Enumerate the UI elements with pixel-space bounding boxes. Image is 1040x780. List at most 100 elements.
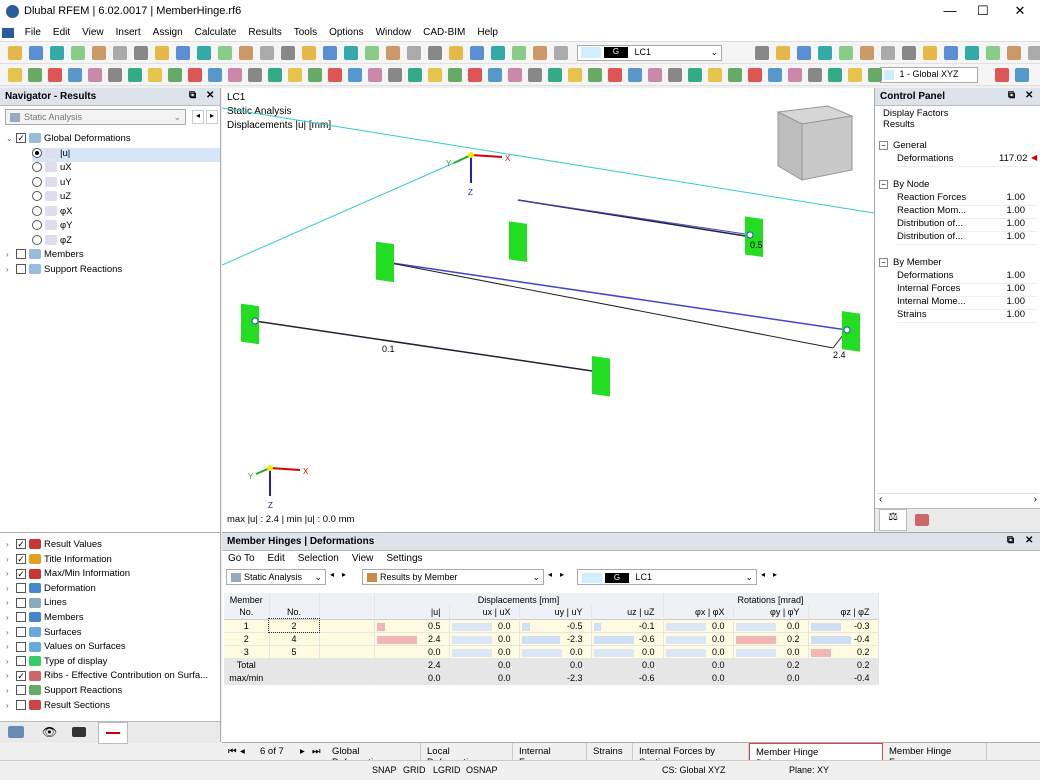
display-factor-row[interactable]: Internal Forces 1.00	[897, 283, 1037, 297]
toolbar-tool-icon[interactable]	[428, 46, 442, 60]
toolbar-tool-icon[interactable]	[155, 46, 169, 60]
pin-icon[interactable]: ⧉	[1007, 535, 1014, 546]
hinge-node[interactable]	[251, 317, 259, 325]
radio-button[interactable]	[32, 220, 42, 231]
toolbar-tool-icon[interactable]	[344, 46, 358, 60]
toolbar-tool-icon[interactable]	[92, 46, 106, 60]
display-factor-row[interactable]: Strains 1.00	[897, 309, 1037, 323]
status-grid[interactable]: GRID	[403, 765, 426, 775]
result-tab[interactable]: Internal Forces by Section	[633, 743, 749, 768]
toolbar-tool-icon[interactable]	[268, 68, 282, 82]
member-1[interactable]	[517, 199, 753, 236]
toolbar-tool-icon[interactable]	[148, 68, 162, 82]
member-2[interactable]	[384, 261, 848, 331]
scale-tab-icon[interactable]: ⚖	[879, 509, 907, 531]
tree-item[interactable]: φY	[32, 220, 220, 234]
minimize-button[interactable]: —	[935, 3, 965, 21]
control-panel-close-icon[interactable]: ✕	[1025, 90, 1033, 101]
toolbar-tool-icon[interactable]	[512, 46, 526, 60]
expand-icon[interactable]: ›	[6, 540, 16, 549]
toolbar-tool-icon[interactable]	[197, 46, 211, 60]
member-3[interactable]	[254, 320, 600, 373]
table-load-case-select[interactable]: G LC1 ⌄	[577, 569, 757, 585]
menu-insert[interactable]: Insert	[110, 24, 147, 38]
display-option[interactable]: › Surfaces	[6, 627, 218, 641]
toolbar-tool-icon[interactable]	[239, 46, 253, 60]
toolbar-tool-icon[interactable]	[48, 68, 62, 82]
display-option[interactable]: › ✓ Title Information	[6, 554, 218, 568]
model-canvas[interactable]: X Z Y 0.5 2.4 0.1 X Z Y	[222, 88, 874, 532]
menu-tools[interactable]: Tools	[288, 24, 323, 38]
expand-icon[interactable]: ›	[6, 628, 16, 637]
maximize-button[interactable]: ☐	[968, 3, 998, 21]
toolbar-tool-icon[interactable]	[302, 46, 316, 60]
close-button[interactable]: ✕	[1005, 3, 1035, 21]
tree-item[interactable]: › Support Reactions	[6, 264, 220, 278]
view-tab-icon[interactable]: 👁	[42, 725, 57, 739]
expand-icon[interactable]: ⌄	[6, 134, 16, 143]
toolbar-tool-icon[interactable]	[995, 68, 1009, 82]
toolbar-tool-icon[interactable]	[1007, 46, 1021, 60]
display-factor-row[interactable]: Deformations 117.02 ◀	[897, 153, 1037, 167]
checkbox[interactable]: ✓	[16, 539, 26, 550]
result-tab[interactable]: Member Hinge Deformations	[749, 743, 883, 769]
toolbar-tool-icon[interactable]	[491, 46, 505, 60]
table-analysis-select[interactable]: Static Analysis ⌄	[226, 569, 326, 585]
checkbox[interactable]	[16, 583, 26, 594]
display-option[interactable]: › Support Reactions	[6, 685, 218, 699]
menu-calculate[interactable]: Calculate	[189, 24, 243, 38]
table-menu-item[interactable]: Settings	[386, 553, 422, 564]
display-factor-row[interactable]: Distribution of... 1.00	[897, 218, 1037, 232]
toolbar-tool-icon[interactable]	[448, 68, 462, 82]
menu-edit[interactable]: Edit	[47, 24, 76, 38]
toolbar-tool-icon[interactable]	[248, 68, 262, 82]
checkbox[interactable]: ✓	[16, 133, 26, 144]
toolbar-tool-icon[interactable]	[108, 68, 122, 82]
display-option[interactable]: › Type of display	[6, 656, 218, 670]
checkbox[interactable]	[16, 263, 26, 274]
checkbox[interactable]	[16, 656, 26, 667]
expand-icon[interactable]: ›	[6, 657, 16, 666]
table-row[interactable]: max/min 0.0 0.0 -2.3 -0.6 0.0 0.0 -0.4	[224, 671, 879, 684]
display-factor-row[interactable]: Deformations 1.00	[897, 270, 1037, 284]
toolbar-tool-icon[interactable]	[323, 46, 337, 60]
toolbar-tool-icon[interactable]	[965, 46, 979, 60]
expand-icon[interactable]: ›	[6, 642, 16, 651]
toolbar-tool-icon[interactable]	[828, 68, 842, 82]
tree-item[interactable]: ⌄ ✓ Global Deformations	[6, 133, 220, 147]
result-tab[interactable]: Member Hinge Forces	[883, 743, 987, 768]
toolbar-tool-icon[interactable]	[554, 46, 568, 60]
prev-arrow-icon[interactable]: ◂	[192, 110, 204, 124]
expand-icon[interactable]: ›	[6, 701, 16, 710]
display-option[interactable]: › Result Sections	[6, 700, 218, 714]
result-tab[interactable]: Internal Forces	[513, 743, 587, 768]
menu-help[interactable]: Help	[471, 24, 504, 38]
table-close-icon[interactable]: ✕	[1025, 535, 1033, 546]
radio-button[interactable]	[32, 234, 42, 245]
tree-item[interactable]: |u|	[32, 147, 220, 162]
toolbar-tool-icon[interactable]	[228, 68, 242, 82]
toolbar-tool-icon[interactable]	[755, 46, 769, 60]
toolbar-tool-icon[interactable]	[308, 68, 322, 82]
toolbar-tool-icon[interactable]	[508, 68, 522, 82]
toolbar-tool-icon[interactable]	[488, 68, 502, 82]
toolbar-tool-icon[interactable]	[868, 68, 882, 82]
toolbar-tool-icon[interactable]	[548, 68, 562, 82]
checkbox[interactable]	[16, 641, 26, 652]
toolbar-tool-icon[interactable]	[808, 68, 822, 82]
toolbar-tool-icon[interactable]	[113, 46, 127, 60]
toolbar-tool-icon[interactable]	[568, 68, 582, 82]
toolbar-tool-icon[interactable]	[1015, 68, 1029, 82]
toolbar-tool-icon[interactable]	[1028, 46, 1040, 60]
toolbar-tool-icon[interactable]	[608, 68, 622, 82]
toolbar-tool-icon[interactable]	[8, 46, 22, 60]
hinge-node[interactable]	[746, 231, 754, 239]
toolbar-tool-icon[interactable]	[748, 68, 762, 82]
toolbar-tool-icon[interactable]	[528, 68, 542, 82]
prev-arrow-icon[interactable]: ◂	[548, 570, 552, 579]
collapse-icon[interactable]: −	[879, 180, 888, 189]
toolbar-tool-icon[interactable]	[708, 68, 722, 82]
control-group-header[interactable]: − By Node	[879, 179, 1039, 193]
expand-icon[interactable]: ›	[6, 555, 16, 564]
color-tab-icon[interactable]	[915, 514, 929, 526]
